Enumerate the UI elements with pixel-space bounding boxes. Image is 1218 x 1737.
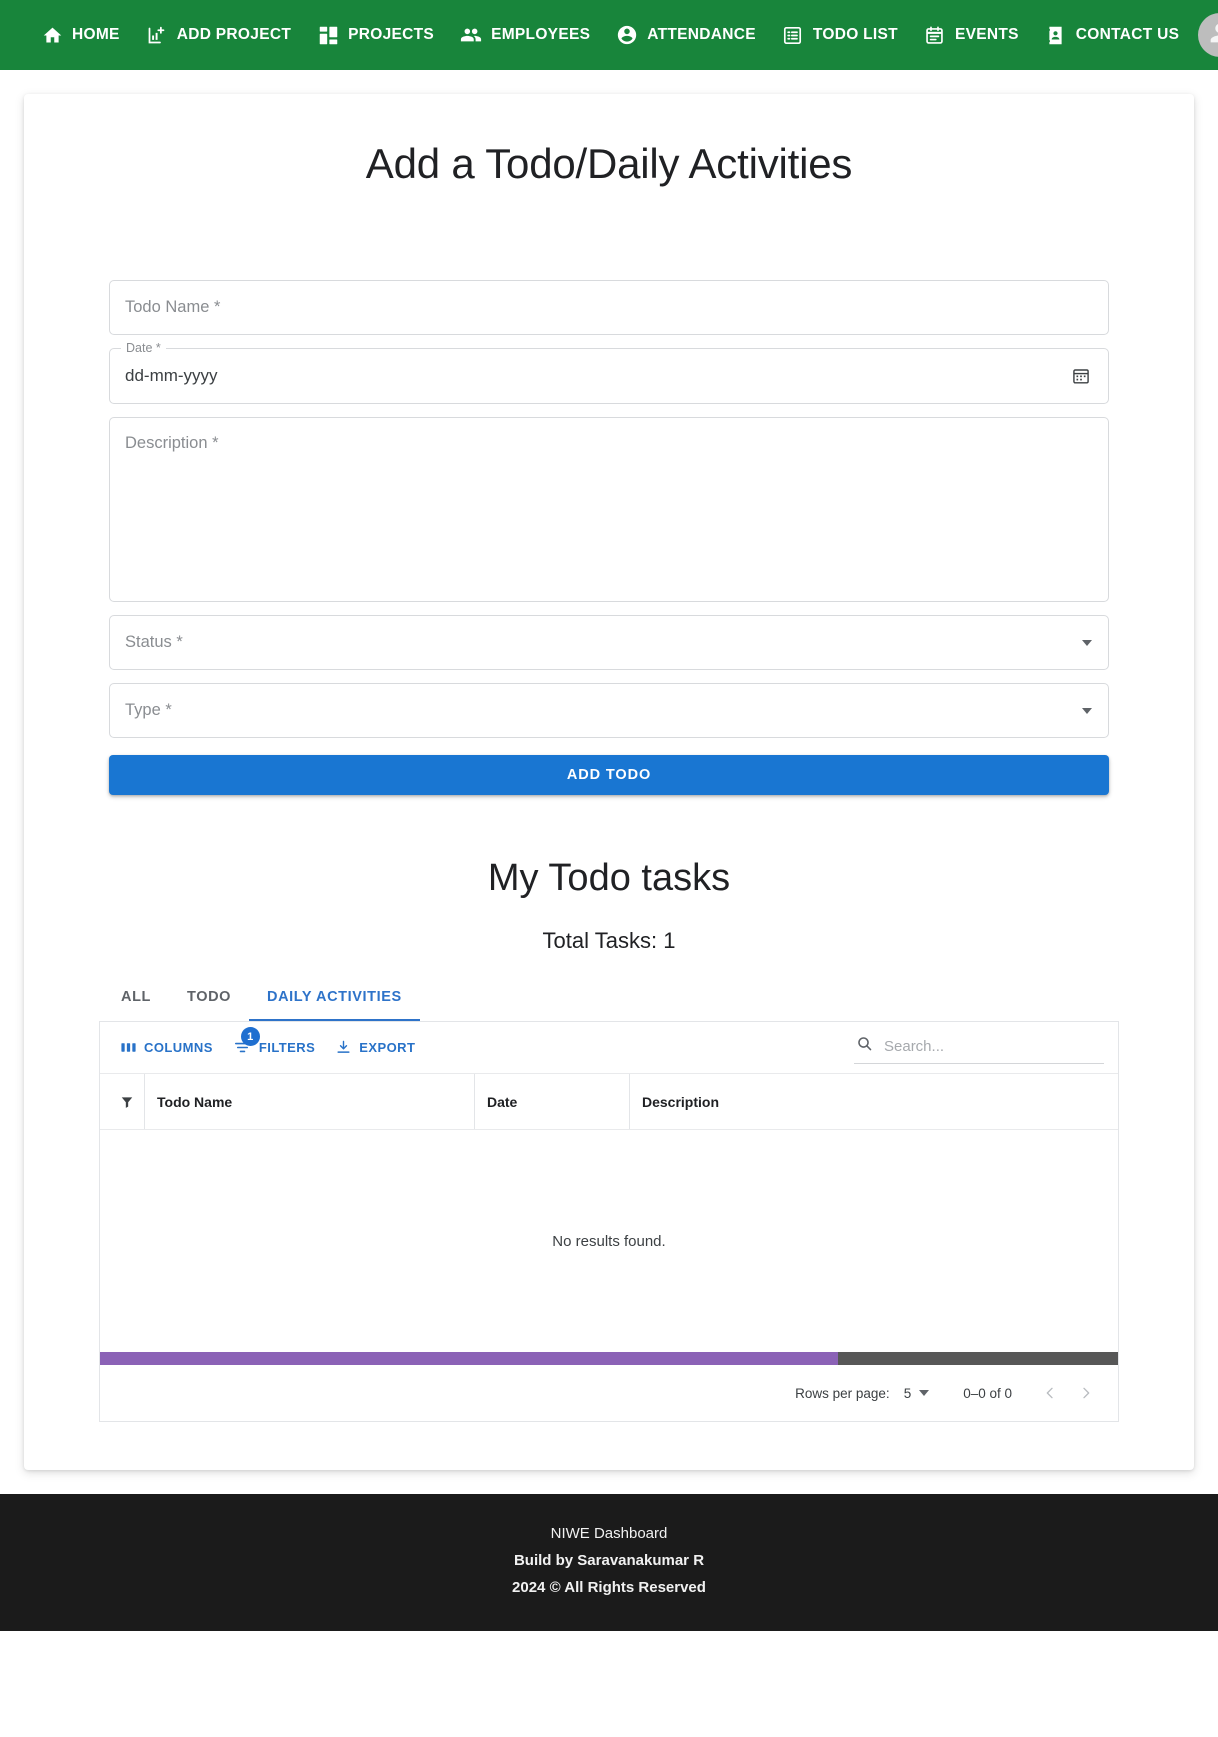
nav-items: HOME ADD PROJECT PROJECTS EMPLOYEES ATTE… bbox=[28, 16, 1192, 54]
type-placeholder: Type * bbox=[125, 701, 172, 719]
nav-label-attendance: ATTENDANCE bbox=[647, 26, 756, 43]
todo-name-placeholder: Todo Name * bbox=[125, 298, 221, 316]
data-grid: COLUMNS 1 FILTERS EXPORT Search... Todo … bbox=[99, 1022, 1119, 1422]
grid-toolbar: COLUMNS 1 FILTERS EXPORT Search... bbox=[100, 1022, 1118, 1074]
filters-badge: 1 bbox=[240, 1027, 260, 1046]
footer-line-1: NIWE Dashboard bbox=[550, 1525, 668, 1542]
type-select[interactable]: Type * bbox=[109, 683, 1109, 738]
todo-name-field[interactable]: Todo Name * bbox=[109, 280, 1109, 335]
calendar-icon[interactable] bbox=[1068, 363, 1094, 389]
status-select[interactable]: Status * bbox=[109, 615, 1109, 670]
contact-page-icon bbox=[1045, 24, 1067, 46]
nav-item-contact-us[interactable]: CONTACT US bbox=[1032, 16, 1192, 54]
nav-item-projects[interactable]: PROJECTS bbox=[304, 16, 447, 54]
nav-item-todo-list[interactable]: TODO LIST bbox=[769, 16, 911, 54]
page-wrapper: Add a Todo/Daily Activities Todo Name * … bbox=[0, 70, 1218, 1470]
chevron-down-icon bbox=[919, 1390, 930, 1396]
page-title: Add a Todo/Daily Activities bbox=[365, 140, 853, 187]
columns-icon bbox=[120, 1039, 137, 1056]
search-box[interactable] bbox=[854, 1031, 1104, 1064]
event-icon bbox=[924, 24, 946, 46]
rows-per-page-value: 5 bbox=[903, 1385, 912, 1401]
grid-header-row: Todo Name Date Description bbox=[100, 1074, 1118, 1130]
search-icon bbox=[856, 1035, 873, 1057]
people-icon bbox=[460, 24, 482, 46]
description-placeholder: Description * bbox=[125, 434, 219, 452]
nav-item-employees[interactable]: EMPLOYEES bbox=[447, 16, 603, 54]
chevron-down-icon bbox=[1082, 639, 1092, 646]
description-field[interactable]: Description * bbox=[109, 417, 1109, 602]
date-field-value: dd-mm-yyyy bbox=[125, 366, 218, 385]
date-field[interactable]: Date * dd-mm-yyyy bbox=[109, 341, 1109, 404]
status-placeholder: Status * bbox=[125, 633, 183, 651]
header-filter-icon[interactable] bbox=[110, 1095, 144, 1109]
nav-label-employees: EMPLOYEES bbox=[491, 26, 591, 43]
nav-label-events: EVENTS bbox=[954, 26, 1019, 43]
columns-label: COLUMNS bbox=[144, 1040, 213, 1055]
previous-page-button[interactable] bbox=[1032, 1375, 1068, 1411]
nav-label-projects: PROJECTS bbox=[348, 26, 435, 43]
column-header-todo-name[interactable]: Todo Name bbox=[144, 1074, 474, 1129]
column-header-description[interactable]: Description bbox=[629, 1074, 889, 1129]
tasks-title: My Todo tasks bbox=[487, 857, 731, 899]
main-card: Add a Todo/Daily Activities Todo Name * … bbox=[24, 94, 1194, 1470]
list-alt-icon bbox=[782, 24, 804, 46]
add-chart-icon bbox=[146, 24, 168, 46]
rows-per-page-label: Rows per page: bbox=[795, 1385, 890, 1401]
tab-daily-activities[interactable]: DAILY ACTIVITIES bbox=[249, 975, 420, 1021]
nav-label-todo-list: TODO LIST bbox=[812, 26, 898, 43]
nav-item-events[interactable]: EVENTS bbox=[911, 16, 1032, 54]
grid-body: No results found. bbox=[100, 1130, 1118, 1352]
todo-grid-wrapper: ALL TODO DAILY ACTIVITIES COLUMNS 1 FILT… bbox=[99, 976, 1119, 1422]
nav-item-home[interactable]: HOME bbox=[28, 16, 133, 54]
filters-label: FILTERS bbox=[258, 1040, 316, 1055]
tab-todo[interactable]: TODO bbox=[169, 975, 249, 1021]
pagination-range-label: 0–0 of 0 bbox=[963, 1385, 1012, 1401]
footer-line-2: Build by Saravanakumar R bbox=[513, 1552, 705, 1569]
tabs-bar: ALL TODO DAILY ACTIVITIES bbox=[99, 976, 1119, 1022]
page-footer: NIWE Dashboard Build by Saravanakumar R … bbox=[0, 1494, 1218, 1631]
user-avatar-button[interactable] bbox=[1198, 13, 1218, 57]
add-todo-form: Todo Name * Date * dd-mm-yyyy Descriptio… bbox=[109, 280, 1109, 795]
home-icon bbox=[41, 24, 63, 46]
total-tasks-label: Total Tasks: 1 bbox=[542, 928, 676, 953]
filters-button[interactable]: 1 FILTERS bbox=[225, 1027, 323, 1062]
horizontal-scrollbar[interactable] bbox=[100, 1352, 1118, 1365]
grid-toolbar-actions: COLUMNS 1 FILTERS EXPORT bbox=[112, 1027, 423, 1062]
date-field-legend: Date * bbox=[121, 341, 166, 355]
nav-item-attendance[interactable]: ATTENDANCE bbox=[603, 16, 769, 54]
tab-all[interactable]: ALL bbox=[103, 975, 169, 1021]
chevron-down-icon bbox=[1082, 707, 1092, 714]
column-header-date[interactable]: Date bbox=[474, 1074, 629, 1129]
add-todo-button[interactable]: ADD TODO bbox=[109, 755, 1109, 795]
nav-label-home: HOME bbox=[72, 26, 120, 43]
rows-per-page-select[interactable]: 5 bbox=[904, 1386, 930, 1401]
nav-item-add-project[interactable]: ADD PROJECT bbox=[133, 16, 304, 54]
download-icon bbox=[335, 1039, 352, 1056]
nav-label-add-project: ADD PROJECT bbox=[176, 26, 292, 43]
horizontal-scrollbar-thumb[interactable] bbox=[100, 1352, 839, 1365]
account-circle-icon bbox=[616, 24, 638, 46]
search-input[interactable] bbox=[882, 1036, 1102, 1056]
footer-line-3: 2024 © All Rights Reserved bbox=[512, 1579, 706, 1596]
nav-label-contact-us: CONTACT US bbox=[1075, 26, 1180, 43]
user-avatar-icon bbox=[1206, 19, 1218, 52]
next-page-button[interactable] bbox=[1068, 1375, 1104, 1411]
no-results-message: No results found. bbox=[552, 1232, 666, 1250]
top-navigation-bar: HOME ADD PROJECT PROJECTS EMPLOYEES ATTE… bbox=[0, 0, 1218, 70]
export-label: EXPORT bbox=[359, 1040, 416, 1055]
columns-button[interactable]: COLUMNS bbox=[112, 1034, 221, 1061]
grid-pagination: Rows per page: 5 0–0 of 0 bbox=[100, 1365, 1118, 1421]
dashboard-icon bbox=[317, 24, 339, 46]
export-button[interactable]: EXPORT bbox=[327, 1034, 423, 1061]
